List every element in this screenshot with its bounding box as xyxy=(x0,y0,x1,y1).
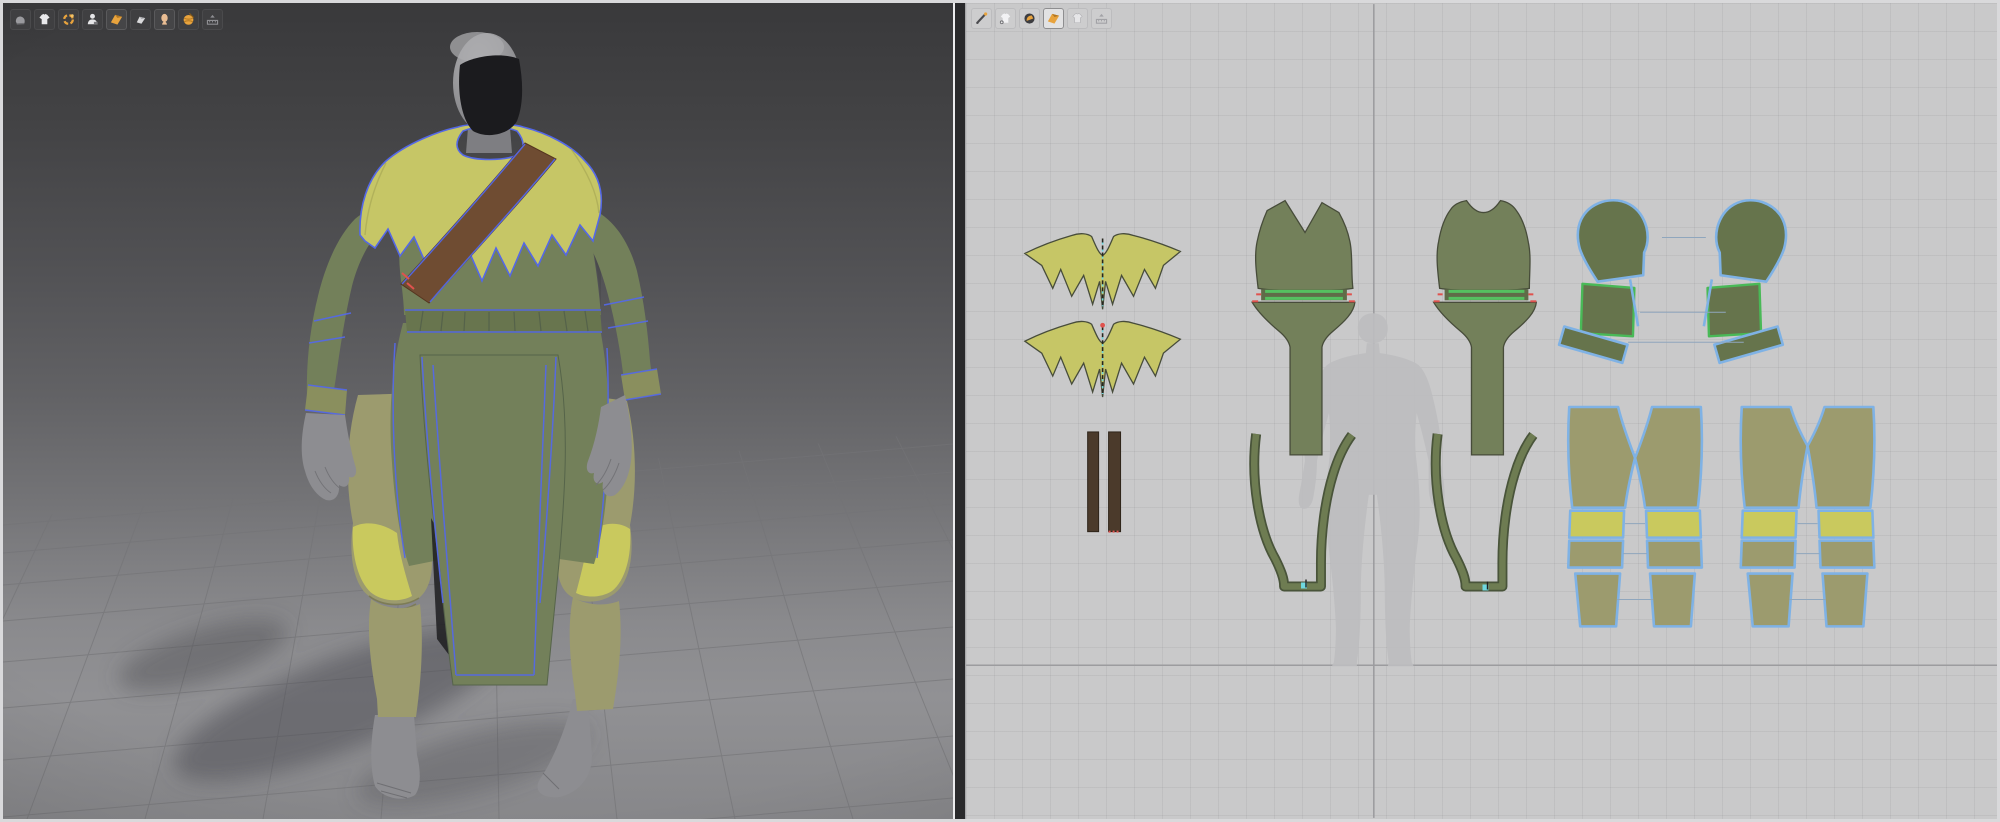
measure-tape-icon[interactable] xyxy=(202,9,223,30)
shirt-add-icon[interactable] xyxy=(995,8,1016,29)
measure-muted-icon[interactable] xyxy=(1091,8,1112,29)
fabric-fold-orange-icon[interactable] xyxy=(106,9,127,30)
hand-tool-icon[interactable] xyxy=(10,9,31,30)
piece-sash-strips[interactable] xyxy=(1087,431,1122,533)
scene-2d[interactable] xyxy=(966,3,1997,819)
toolbar-3d xyxy=(10,9,223,30)
sync-orange-icon[interactable] xyxy=(58,9,79,30)
face-mask xyxy=(459,55,523,136)
piece-tunic-back[interactable] xyxy=(1434,199,1537,591)
scene-3d[interactable] xyxy=(3,3,953,819)
yarn-ball-icon[interactable] xyxy=(178,9,199,30)
piece-leaf-collar-front[interactable] xyxy=(1024,233,1182,310)
left-foot xyxy=(371,715,420,799)
viewport-divider[interactable] xyxy=(953,3,966,819)
left-hand xyxy=(301,413,357,501)
fabric-fold-orange-icon[interactable] xyxy=(1043,8,1064,29)
avatar-head-icon[interactable] xyxy=(154,9,175,30)
toolbar-2d xyxy=(971,8,1112,29)
waistband-3d xyxy=(405,309,602,333)
viewport-3d[interactable] xyxy=(3,3,953,819)
piece-pants-front[interactable] xyxy=(1566,405,1704,628)
left-sleeve-3d[interactable] xyxy=(304,207,403,416)
piece-sleeve-cap-left[interactable] xyxy=(1569,192,1659,290)
piece-pants-back[interactable] xyxy=(1739,405,1876,628)
piece-sleeve-cap-right[interactable] xyxy=(1705,192,1795,290)
piece-leaf-collar-back[interactable] xyxy=(1024,320,1182,398)
pen-tool-icon[interactable] xyxy=(971,8,992,29)
texture-circle-icon[interactable] xyxy=(1019,8,1040,29)
show-garment-shirt-icon[interactable] xyxy=(34,9,55,30)
garment-design-workspace xyxy=(0,0,2000,822)
show-avatar-icon[interactable] xyxy=(82,9,103,30)
viewport-2d[interactable] xyxy=(966,3,1997,819)
shirt-muted-icon[interactable] xyxy=(1067,8,1088,29)
avatar-head xyxy=(450,32,523,136)
fold-paper-icon[interactable] xyxy=(130,9,151,30)
